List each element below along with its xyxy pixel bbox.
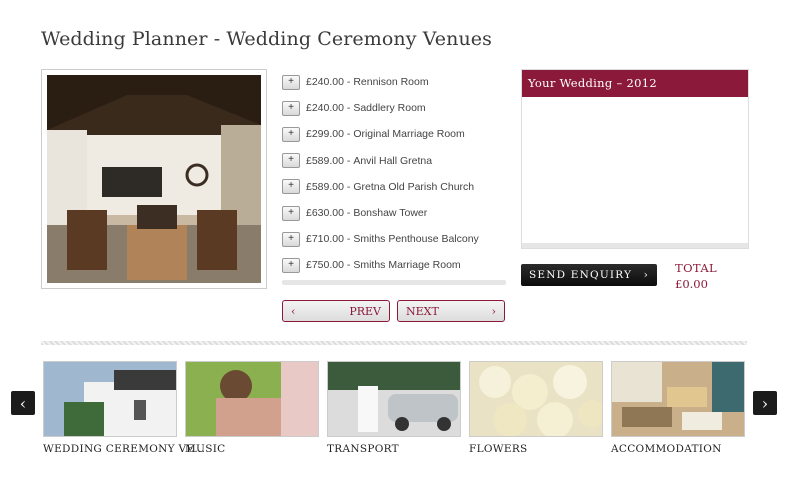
venue-name: Saddlery Room — [353, 102, 426, 115]
category-label: FLOWERS — [469, 443, 528, 455]
venue-item: + £589.00 - Gretna Old Parish Church — [282, 174, 506, 200]
category-label: MUSIC — [185, 443, 226, 455]
category-label: TRANSPORT — [327, 443, 399, 455]
venue-name: Gretna Old Parish Church — [353, 180, 475, 193]
category-card[interactable]: WEDDING CEREMONY VE... — [43, 361, 206, 455]
send-enquiry-label: SEND ENQUIRY — [529, 269, 633, 281]
add-venue-button[interactable]: + — [282, 231, 300, 247]
venue-item: + £630.00 - Bonshaw Tower — [282, 200, 506, 226]
carousel-prev-button[interactable]: ‹ — [11, 391, 35, 415]
venue-price: £750.00 — [306, 259, 344, 272]
venue-separator: - — [343, 102, 354, 115]
venue-price: £240.00 — [306, 102, 344, 115]
venue-price: £710.00 — [306, 233, 344, 246]
add-venue-button[interactable]: + — [282, 179, 300, 195]
venue-separator: - — [343, 154, 354, 167]
chevron-right-icon: › — [761, 393, 769, 413]
venue-separator: - — [343, 233, 354, 246]
total-label: TOTAL — [675, 261, 718, 275]
venue-name: Smiths Penthouse Balcony — [353, 233, 479, 246]
category-label: WEDDING CEREMONY VE... — [43, 443, 206, 455]
page-title: Wedding Planner - Wedding Ceremony Venue… — [41, 28, 492, 50]
venue-price: £589.00 — [306, 154, 344, 167]
category-thumbnail — [469, 361, 603, 437]
venue-name: Smiths Marriage Room — [353, 259, 461, 272]
category-label: ACCOMMODATION — [611, 443, 722, 455]
category-thumbnail — [185, 361, 319, 437]
venue-item: + £589.00 - Anvil Hall Gretna — [282, 148, 506, 174]
wedding-summary-scrollbar[interactable] — [522, 243, 748, 248]
venue-price: £299.00 — [306, 128, 344, 141]
venue-list-scrollbar[interactable] — [282, 280, 506, 285]
venue-separator: - — [343, 76, 354, 89]
next-button-label: NEXT — [406, 304, 439, 318]
add-venue-button[interactable]: + — [282, 100, 300, 116]
category-card[interactable]: FLOWERS — [469, 361, 603, 455]
chevron-left-icon: ‹ — [291, 304, 296, 318]
venue-photo-frame — [41, 69, 267, 289]
send-enquiry-button[interactable]: SEND ENQUIRY › — [521, 264, 657, 286]
chevron-left-icon: ‹ — [19, 393, 27, 413]
venue-item: + £299.00 - Original Marriage Room — [282, 121, 506, 147]
venue-item: + £710.00 - Smiths Penthouse Balcony — [282, 226, 506, 252]
venue-item: + £240.00 - Rennison Room — [282, 69, 506, 95]
category-thumbnail — [327, 361, 461, 437]
next-button[interactable]: NEXT › — [397, 300, 505, 322]
venue-separator: - — [343, 207, 354, 220]
prev-button[interactable]: ‹ PREV — [282, 300, 390, 322]
add-venue-button[interactable]: + — [282, 153, 300, 169]
section-divider — [41, 341, 747, 345]
venue-name: Rennison Room — [353, 76, 429, 89]
venue-list: + £240.00 - Rennison Room + £240.00 - Saddl… — [282, 69, 506, 279]
venue-name: Bonshaw Tower — [353, 207, 428, 220]
venue-price: £589.00 — [306, 180, 344, 193]
chevron-right-icon: › — [491, 304, 496, 318]
venue-photo — [47, 75, 261, 283]
add-venue-button[interactable]: + — [282, 126, 300, 142]
venue-item: + £750.00 - Smiths Marriage Room — [282, 252, 506, 278]
venue-name: Original Marriage Room — [353, 128, 465, 141]
category-card[interactable]: TRANSPORT — [327, 361, 461, 455]
venue-separator: - — [343, 128, 354, 141]
chevron-right-icon: › — [643, 269, 649, 281]
total-value: £0.00 — [675, 277, 708, 291]
category-card[interactable]: ACCOMMODATION — [611, 361, 745, 455]
add-venue-button[interactable]: + — [282, 74, 300, 90]
category-thumbnail — [43, 361, 177, 437]
add-venue-button[interactable]: + — [282, 257, 300, 273]
venue-price: £240.00 — [306, 76, 344, 89]
wedding-summary-panel: Your Wedding – 2012 — [521, 69, 749, 249]
prev-button-label: PREV — [349, 304, 381, 318]
category-thumbnail — [611, 361, 745, 437]
venue-price: £630.00 — [306, 207, 344, 220]
category-card[interactable]: MUSIC — [185, 361, 319, 455]
carousel-next-button[interactable]: › — [753, 391, 777, 415]
venue-item: + £240.00 - Saddlery Room — [282, 95, 506, 121]
venue-separator: - — [343, 180, 354, 193]
add-venue-button[interactable]: + — [282, 205, 300, 221]
venue-name: Anvil Hall Gretna — [353, 154, 433, 167]
venue-separator: - — [343, 259, 354, 272]
wedding-summary-title: Your Wedding – 2012 — [522, 70, 748, 97]
